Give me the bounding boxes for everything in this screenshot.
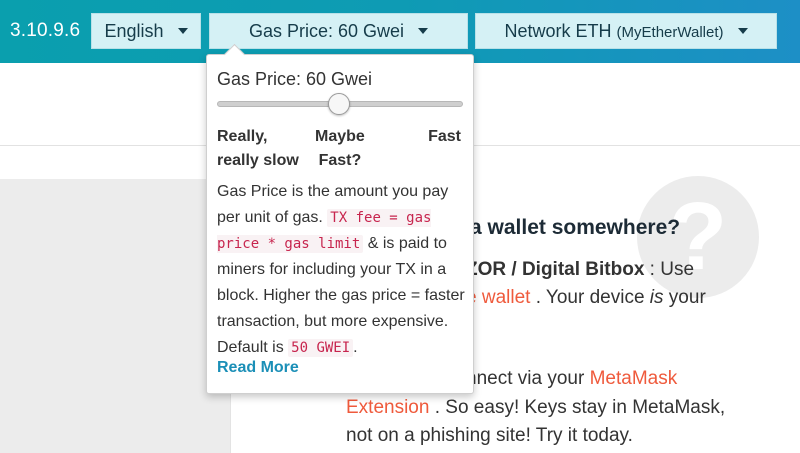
card-line-2: e wallet . Your device is your [466,284,706,312]
card-line-3: nnect via your MetaMask [466,365,677,393]
label-maybe-fast: Maybe Fast? [315,125,365,173]
gas-price-popover: Gas Price: 60 Gwei Really, really slow M… [206,43,474,394]
desc-part-3: . [353,339,358,356]
card-line-4: Extension . So easy! Keys stay in MetaMa… [346,394,725,422]
desc-part-2: & is paid to miners for including your T… [217,235,465,356]
line2-rest-a: . Your device [530,287,650,308]
hardware-wallet-names: ZOR / Digital Bitbox [466,259,645,280]
metamask-extension-link[interactable]: Extension [346,397,429,418]
language-label: English [104,20,164,41]
label-really-slow: Really, really slow [217,125,299,173]
line2-rest-b: your [663,287,706,308]
gas-price-description: Gas Price is the amount you pay per unit… [217,179,469,361]
network-label: Network ETH [504,20,612,41]
caret-down-icon [177,28,188,34]
caret-down-icon [737,28,748,34]
label-fast: Fast [428,128,461,145]
gas-price-slider-handle[interactable] [328,93,350,115]
version-label: 3.10.9.6 [10,20,81,41]
read-more-link[interactable]: Read More [217,359,299,377]
metamask-link[interactable]: MetaMask [590,368,678,389]
maybe-line-2: Fast? [318,152,362,169]
card-heading: a wallet somewhere? [470,216,681,239]
gas-price-label: Gas Price: 60 Gwei [248,20,405,41]
line2-em: is [649,287,664,308]
slow-line-1: Really, [217,128,268,145]
default-gas-code: 50 GWEI [288,339,354,357]
network-dropdown[interactable]: Network ETH (MyEtherWallet) [475,13,777,49]
line1-rest: : Use [644,259,695,280]
line3-text: nnect via your [466,368,590,389]
gas-price-dropdown[interactable]: Gas Price: 60 Gwei [209,13,468,49]
language-dropdown[interactable]: English [91,13,201,49]
card-line-1: ZOR / Digital Bitbox : Use [466,256,694,284]
hardware-wallet-link[interactable]: e wallet [466,287,530,308]
card-line-5: not on a phishing site! Try it today. [346,425,633,446]
line4-rest: . So easy! Keys stay in MetaMask, [429,397,726,418]
slow-line-2: really slow [217,152,299,169]
caret-down-icon [418,28,429,34]
maybe-line-1: Maybe [315,128,365,145]
network-provider: (MyEtherWallet) [616,23,724,41]
popover-title: Gas Price: 60 Gwei [217,69,373,89]
